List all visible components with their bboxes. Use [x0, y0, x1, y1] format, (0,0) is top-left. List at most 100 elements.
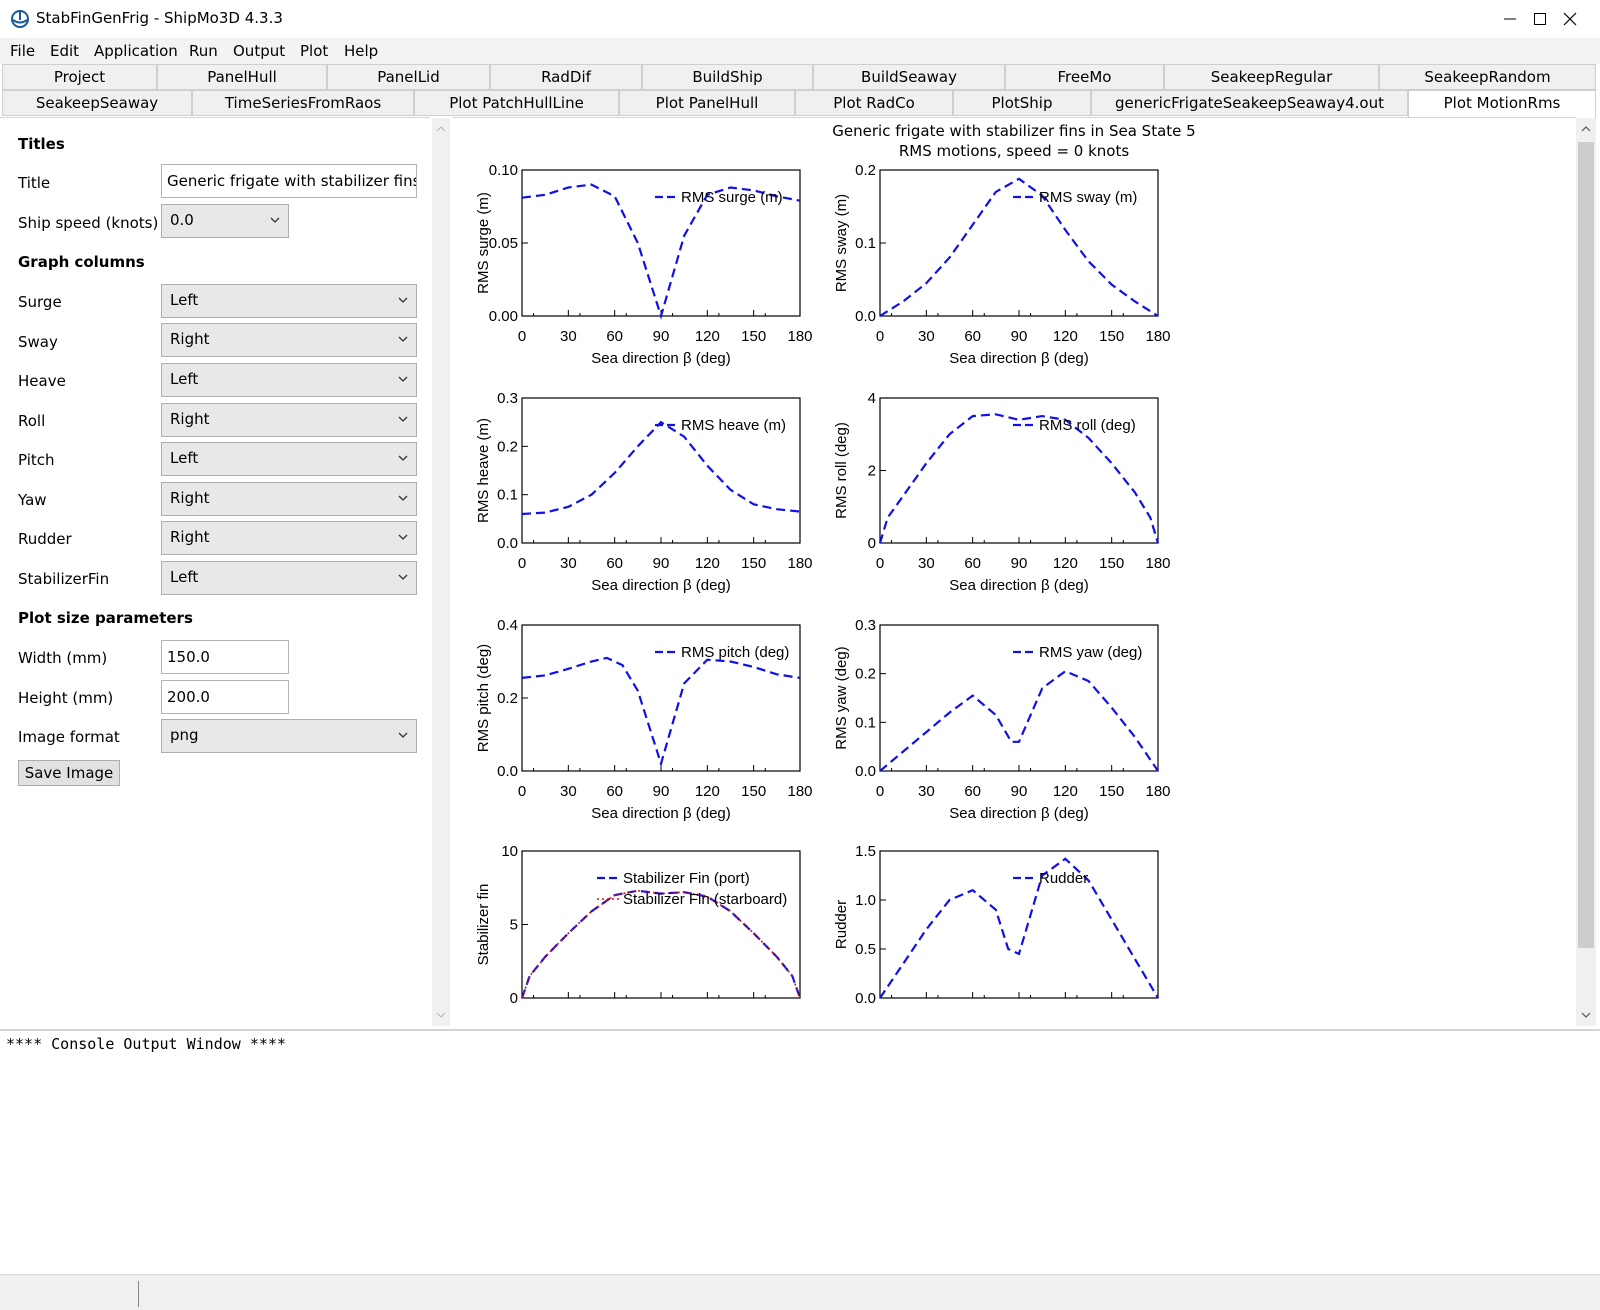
plot-3-ytick-label: 0.0 [497, 535, 518, 552]
plot-3-ytick-label: 0.3 [497, 390, 518, 407]
plot-3-ytick-label: 0.2 [497, 438, 518, 455]
tab-buildship[interactable]: BuildShip [642, 64, 813, 90]
save-image-button[interactable]: Save Image [18, 760, 120, 786]
graph-columns-heading: Graph columns [18, 253, 145, 271]
plot-1-legend-label-1: RMS surge (m) [681, 189, 783, 206]
tab-plot-patchhullline[interactable]: Plot PatchHullLine [414, 90, 619, 116]
plot-3-xtick-label: 150 [741, 555, 766, 572]
heave-column-value: Left [170, 370, 199, 388]
tab-plot-radco[interactable]: Plot RadCo [795, 90, 953, 116]
sway-column-value: Right [170, 330, 210, 348]
plot-2-ylabel: RMS sway (m) [833, 194, 850, 292]
chevron-down-icon [270, 217, 280, 223]
tab-seakeepregular[interactable]: SeakeepRegular [1164, 64, 1379, 90]
chevron-down-icon [398, 297, 408, 303]
tab-panelhull[interactable]: PanelHull [157, 64, 327, 90]
stabilizerfin-column-select[interactable]: Left [161, 561, 417, 595]
roll-column-value: Right [170, 410, 210, 428]
plot-8-ytick-label: 1.5 [855, 843, 876, 860]
menu-application[interactable]: Application [94, 42, 178, 60]
plot-3-xtick-label: 0 [518, 555, 526, 572]
plot-8-series-1-line [879, 857, 1159, 999]
chevron-down-icon [398, 416, 408, 422]
tab-plotship[interactable]: PlotShip [953, 90, 1091, 116]
roll-column-select[interactable]: Right [161, 403, 417, 437]
tab-freemo[interactable]: FreeMo [1005, 64, 1164, 90]
plot-2-xtick-label: 60 [964, 328, 981, 345]
image-format-select[interactable]: png [161, 719, 417, 753]
rudder-label: Rudder [18, 530, 72, 548]
rudder-column-select[interactable]: Right [161, 521, 417, 555]
heave-column-select[interactable]: Left [161, 363, 417, 397]
tab-seakeepseaway[interactable]: SeakeepSeaway [2, 90, 192, 116]
plot-pane: Generic frigate with stabilizer fins in … [452, 117, 1576, 1027]
plot-5-xtick-label: 30 [560, 783, 577, 800]
menu-plot[interactable]: Plot [300, 42, 328, 60]
title-input[interactable]: Generic frigate with stabilizer fins in … [161, 164, 417, 198]
pitch-column-select[interactable]: Left [161, 442, 417, 476]
surge-column-select[interactable]: Left [161, 284, 417, 318]
plot-8-ytick-label: 0.5 [855, 941, 876, 958]
tab-plot-motionrms[interactable]: Plot MotionRms [1408, 90, 1596, 118]
console-output[interactable]: **** Console Output Window **** [0, 1029, 1600, 1274]
plot-4-xlabel: Sea direction β (deg) [949, 577, 1089, 594]
speed-select[interactable]: 0.0 [161, 204, 289, 238]
plot-5-xtick-label: 150 [741, 783, 766, 800]
yaw-column-select[interactable]: Right [161, 482, 417, 516]
plot-1-ylabel: RMS surge (m) [475, 192, 492, 294]
plot-6-ytick-label: 0.1 [855, 714, 876, 731]
plot-2-xlabel: Sea direction β (deg) [949, 350, 1089, 367]
plot-2-ytick-label: 0.2 [855, 162, 876, 179]
title-bar: StabFinGenFrig - ShipMo3D 4.3.3 [0, 0, 1600, 38]
menu-file[interactable]: File [10, 42, 35, 60]
plot-2-xtick-label: 120 [1053, 328, 1078, 345]
plot-6-xtick-label: 120 [1053, 783, 1078, 800]
sway-column-select[interactable]: Right [161, 323, 417, 357]
tab-timeseriesfromraos[interactable]: TimeSeriesFromRaos [192, 90, 414, 116]
plot-8-ylabel: Rudder [833, 900, 850, 949]
roll-label: Roll [18, 412, 46, 430]
status-bar [0, 1274, 1600, 1310]
tab-raddif[interactable]: RadDif [490, 64, 642, 90]
plot-1-xlabel: Sea direction β (deg) [591, 350, 731, 367]
menu-run[interactable]: Run [189, 42, 218, 60]
plot-2-xtick-label: 0 [876, 328, 884, 345]
stabilizerfin-label: StabilizerFin [18, 570, 110, 588]
menu-help[interactable]: Help [344, 42, 378, 60]
menu-output[interactable]: Output [233, 42, 285, 60]
tab-seaway-output[interactable]: genericFrigateSeakeepSeaway4.out [1091, 90, 1408, 116]
scrollbar-thumb[interactable] [1578, 142, 1594, 948]
pitch-column-value: Left [170, 449, 199, 467]
status-separator [138, 1281, 139, 1307]
plot-5-series-1-line [521, 656, 801, 768]
window-title: StabFinGenFrig - ShipMo3D 4.3.3 [36, 9, 283, 27]
width-input[interactable]: 150.0 [161, 640, 289, 674]
plot-1-xtick-label: 90 [653, 328, 670, 345]
width-label: Width (mm) [18, 649, 108, 667]
tab-seakeeprandom[interactable]: SeakeepRandom [1379, 64, 1596, 90]
height-input[interactable]: 200.0 [161, 680, 289, 714]
close-button[interactable] [1540, 0, 1600, 38]
plot-6-xtick-label: 30 [918, 783, 935, 800]
plot-3-xtick-label: 60 [606, 555, 623, 572]
tab-project[interactable]: Project [2, 64, 157, 90]
chevron-down-icon [398, 455, 408, 461]
tab-plot-panelhull[interactable]: Plot PanelHull [619, 90, 795, 116]
plot-4-xtick-label: 120 [1053, 555, 1078, 572]
plot-1-ytick-label: 0.10 [489, 162, 518, 179]
plot-4-xtick-label: 30 [918, 555, 935, 572]
menu-edit[interactable]: Edit [50, 42, 79, 60]
plot-4-xtick-label: 90 [1011, 555, 1028, 572]
sway-label: Sway [18, 333, 58, 351]
plot-5-xtick-label: 120 [695, 783, 720, 800]
plot-1-xtick-label: 0 [518, 328, 526, 345]
scroll-down-icon [436, 1012, 446, 1018]
plot-scrollbar[interactable] [1576, 118, 1596, 1026]
plot-7-ylabel: Stabilizer fin [475, 884, 492, 966]
tab-buildseaway[interactable]: BuildSeaway [813, 64, 1005, 90]
plot-6-ytick-label: 0.3 [855, 617, 876, 634]
plot-1-xtick-label: 60 [606, 328, 623, 345]
tab-panellid[interactable]: PanelLid [327, 64, 490, 90]
plot-4-legend-label-1: RMS roll (deg) [1039, 417, 1136, 434]
settings-scrollbar[interactable] [432, 118, 450, 1026]
